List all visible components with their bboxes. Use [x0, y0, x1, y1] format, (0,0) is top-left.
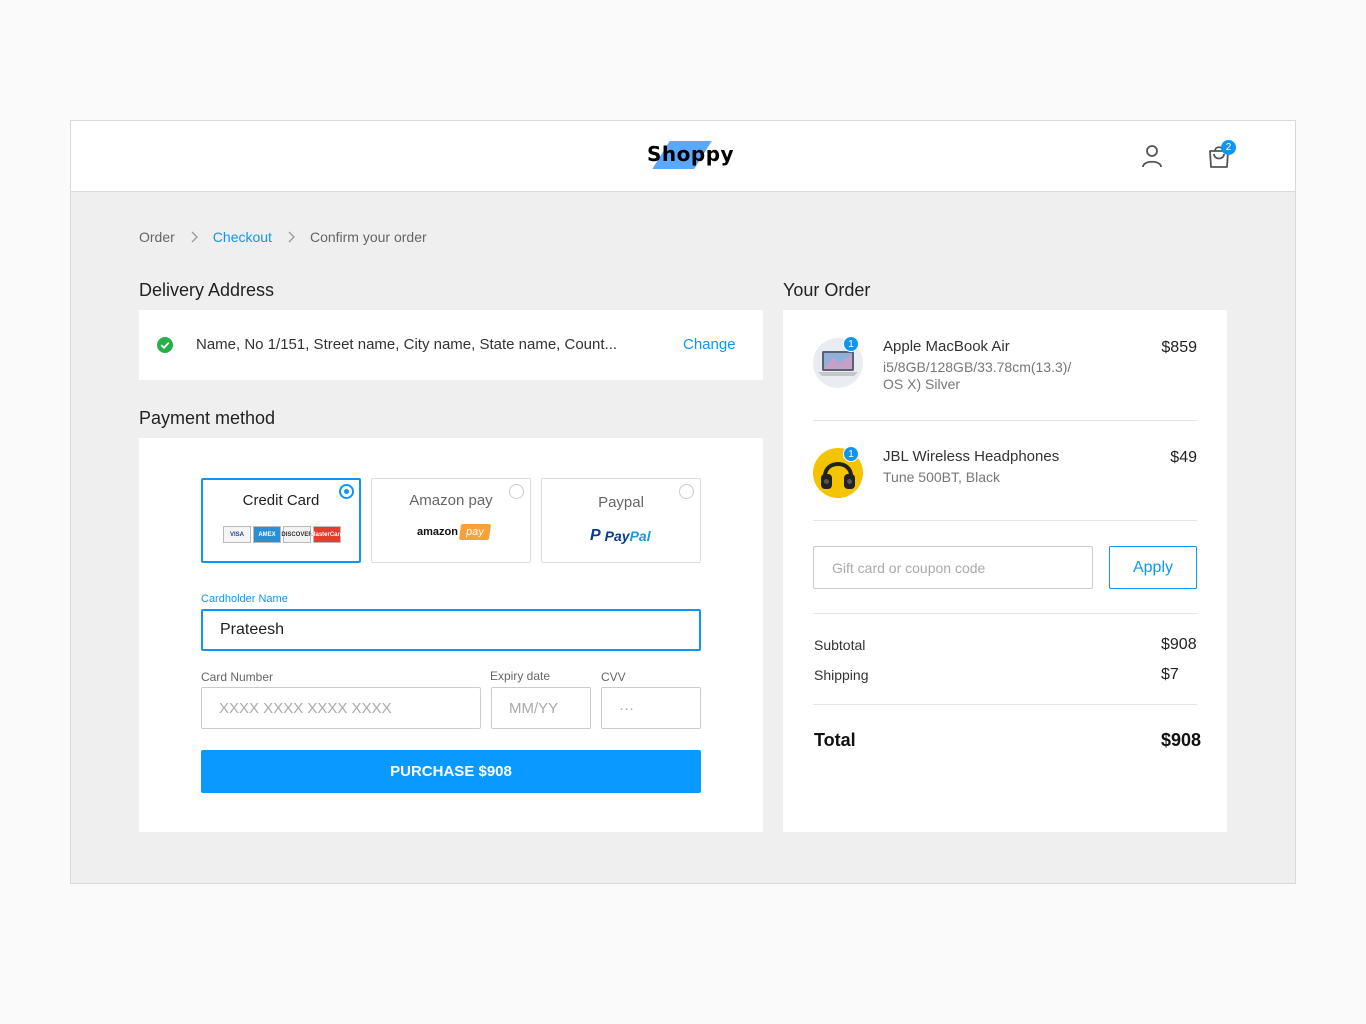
cardholder-name-label: Cardholder Name	[201, 593, 288, 605]
item-quantity-badge: 1	[843, 336, 859, 352]
coupon-code-input[interactable]: Gift card or coupon code	[813, 546, 1093, 589]
brand-name: Shoppy	[647, 142, 735, 166]
expiry-date-placeholder: MM/YY	[509, 699, 559, 717]
brand-logo[interactable]: Shoppy	[647, 139, 734, 171]
coupon-code-placeholder: Gift card or coupon code	[832, 559, 986, 576]
paypal-p-icon: P	[590, 527, 601, 544]
discover-logo: DISCOVER	[281, 526, 313, 543]
paypal-logo-pal: Pal	[629, 528, 651, 544]
total-row: Total $908	[814, 730, 1206, 751]
cvv-placeholder: ···	[619, 699, 634, 717]
item-description-line: Tune 500BT, Black	[883, 469, 1000, 485]
order-summary-card: 1 Apple MacBook Air i5/8GB/128GB/33.78cm…	[783, 310, 1227, 832]
shipping-row: Shipping $7	[814, 666, 1198, 683]
subtotal-label: Subtotal	[814, 637, 866, 653]
breadcrumb-confirm-order[interactable]: Confirm your order	[310, 229, 427, 245]
amazon-pay-logo: amazon pay	[417, 524, 491, 540]
apply-coupon-button[interactable]: Apply	[1109, 546, 1197, 589]
your-order-title: Your Order	[783, 280, 871, 300]
visa-logo: VISA	[223, 526, 251, 543]
item-price: $49	[1170, 449, 1197, 466]
expiry-date-input[interactable]: MM/YY	[491, 687, 591, 729]
user-account-icon[interactable]	[1140, 143, 1164, 169]
item-name: JBL Wireless Headphones	[883, 448, 1060, 465]
radio-selected[interactable]	[339, 484, 354, 499]
item-quantity-badge: 1	[843, 446, 859, 462]
item-description-line: i5/8GB/128GB/33.78cm(13.3)/	[883, 359, 1072, 375]
card-brand-logos: VISA AMEX DISCOVER MasterCard	[223, 526, 344, 543]
subtotal-row: Subtotal $908	[814, 636, 1198, 653]
breadcrumb: Order Checkout Confirm your order	[139, 229, 427, 245]
expiry-date-label: Expiry date	[490, 669, 551, 683]
chevron-right-icon	[288, 231, 296, 243]
breadcrumb-order[interactable]: Order	[139, 229, 175, 245]
paypal-logo-pay: Pay	[604, 528, 630, 544]
card-number-label: Card Number	[201, 670, 274, 684]
item-price: $859	[1161, 339, 1197, 356]
checkout-window: Shoppy 2 Order Checkout Confirm your ord…	[70, 120, 1296, 884]
item-name: Apple MacBook Air	[883, 338, 1010, 355]
payment-option-label: Paypal	[598, 494, 644, 511]
payment-option-label: Amazon pay	[409, 492, 493, 509]
breadcrumb-checkout[interactable]: Checkout	[213, 229, 272, 245]
amazon-logo-badge: pay	[458, 524, 491, 540]
payment-option-credit-card[interactable]: Credit Card VISA AMEX DISCOVER MasterCar…	[201, 478, 361, 563]
paypal-logo: P Pay Pal	[590, 527, 651, 545]
mastercard-logo: MasterCard	[311, 526, 344, 543]
radio-unselected[interactable]	[509, 484, 524, 499]
divider	[813, 520, 1197, 521]
cvv-label: CVV	[601, 670, 626, 684]
order-item: 1 JBL Wireless Headphones Tune 500BT, Bl…	[813, 446, 1197, 498]
order-item: 1 Apple MacBook Air i5/8GB/128GB/33.78cm…	[813, 336, 1197, 398]
amex-logo: AMEX	[253, 526, 281, 543]
total-value: $908	[1161, 730, 1202, 750]
payment-method-title: Payment method	[139, 408, 276, 428]
payment-method-card: Credit Card VISA AMEX DISCOVER MasterCar…	[139, 438, 763, 832]
cardholder-name-input[interactable]: Prateesh	[201, 609, 701, 651]
purchase-button[interactable]: PURCHASE $908	[201, 750, 701, 793]
divider	[813, 704, 1197, 705]
shipping-value: $7	[1161, 666, 1179, 683]
chevron-right-icon	[191, 231, 199, 243]
card-number-placeholder: XXXX XXXX XXXX XXXX	[219, 699, 392, 717]
check-circle-icon	[157, 337, 173, 353]
item-description: i5/8GB/128GB/33.78cm(13.3)/ OS X) Silver	[883, 359, 1093, 393]
cart-count-badge: 2	[1221, 140, 1236, 155]
payment-option-paypal[interactable]: Paypal P Pay Pal	[541, 478, 701, 563]
total-label: Total	[814, 730, 856, 750]
payment-option-label: Credit Card	[242, 492, 320, 509]
card-number-input[interactable]: XXXX XXXX XXXX XXXX	[201, 687, 481, 729]
shipping-label: Shipping	[814, 667, 869, 683]
delivery-address-title: Delivery Address	[139, 280, 275, 300]
amazon-logo-word: amazon	[417, 526, 458, 538]
payment-option-amazon-pay[interactable]: Amazon pay amazon pay	[371, 478, 531, 563]
divider	[813, 420, 1197, 421]
item-description: Tune 500BT, Black	[883, 469, 1093, 486]
divider	[813, 613, 1197, 614]
change-address-link[interactable]: Change	[683, 336, 736, 353]
delivery-address-text: Name, No 1/151, Street name, City name, …	[196, 336, 618, 353]
top-navigation-bar: Shoppy 2	[71, 121, 1295, 192]
radio-unselected[interactable]	[679, 484, 694, 499]
delivery-address-card: Name, No 1/151, Street name, City name, …	[139, 310, 763, 380]
cvv-input[interactable]: ···	[601, 687, 701, 729]
item-description-line: OS X) Silver	[883, 376, 961, 392]
subtotal-value: $908	[1161, 636, 1197, 653]
